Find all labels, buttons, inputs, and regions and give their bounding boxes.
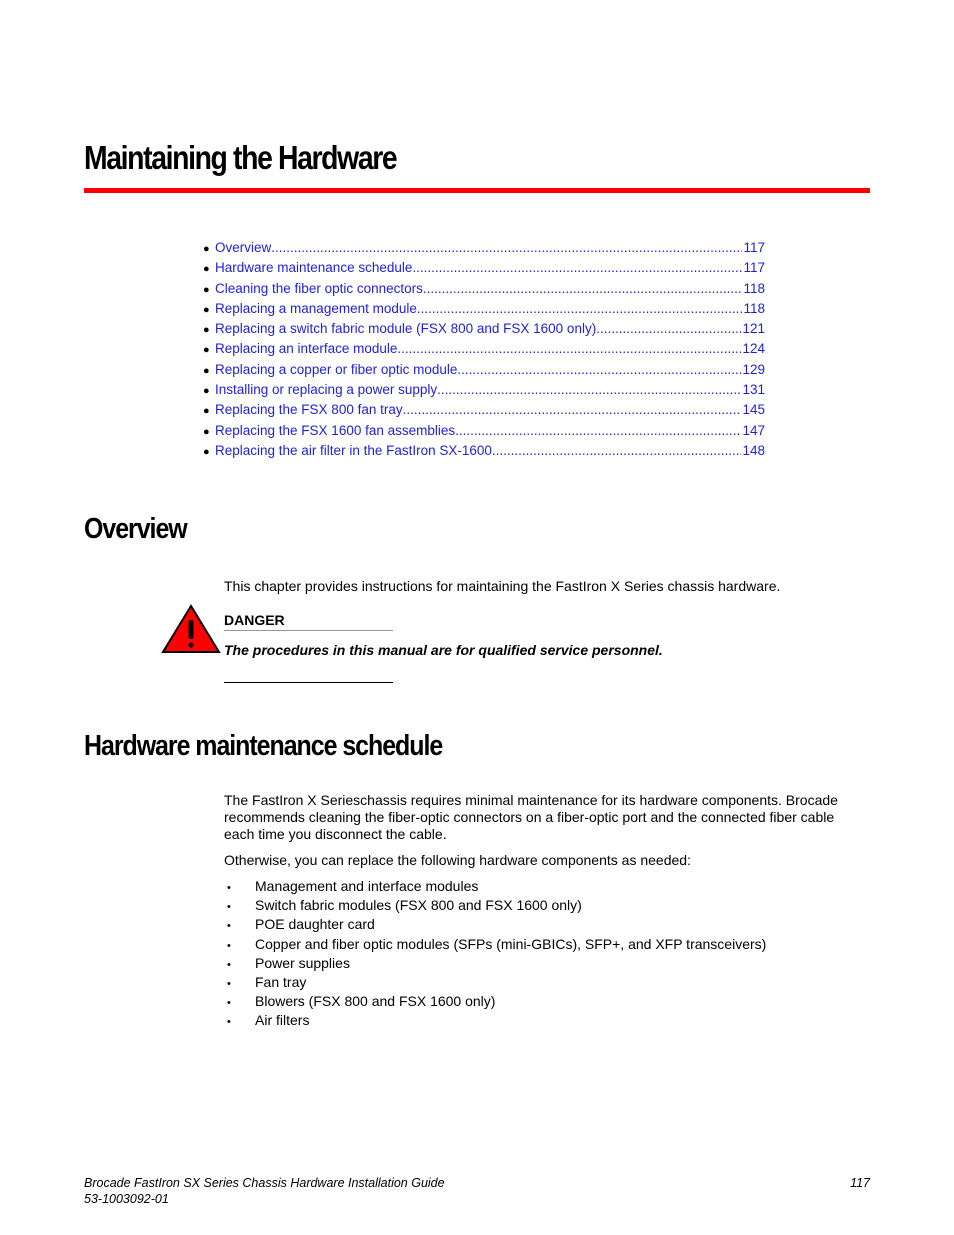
list-item-text: Copper and fiber optic modules (SFPs (mi… (255, 935, 767, 952)
toc-link[interactable]: Replacing the air filter in the FastIron… (215, 443, 492, 458)
toc-item[interactable]: ● Cleaning the fiber optic connectors 118 (203, 281, 765, 301)
list-item: • Fan tray (224, 974, 766, 993)
list-item: • Power supplies (224, 955, 766, 974)
danger-label: DANGER (224, 612, 285, 628)
bullet-icon: ● (203, 303, 210, 316)
toc-page[interactable]: 117 (742, 260, 765, 275)
toc-link[interactable]: Replacing an interface module (215, 341, 397, 356)
list-item: • Blowers (FSX 800 and FSX 1600 only) (224, 993, 766, 1012)
toc-item[interactable]: ● Replacing an interface module 124 (203, 341, 765, 361)
toc-page[interactable]: 129 (741, 362, 765, 377)
toc-item[interactable]: ● Replacing the air filter in the FastIro… (203, 443, 765, 463)
toc-link[interactable]: Replacing a management module (215, 301, 417, 316)
toc-link[interactable]: Replacing the FSX 1600 fan assemblies (215, 423, 455, 438)
table-of-contents: ● Overview 117 ● Hardware maintenance sched… (203, 240, 765, 463)
bullet-icon: ● (203, 344, 210, 357)
toc-item[interactable]: ● Replacing a copper or fiber optic modul… (203, 362, 765, 382)
bullet-icon: ● (203, 263, 210, 276)
toc-item[interactable]: ● Hardware maintenance schedule 117 (203, 260, 765, 280)
toc-leader (437, 382, 741, 397)
footer-page-number: 117 (850, 1176, 870, 1190)
bullet-icon: ● (203, 243, 210, 255)
list-item-text: POE daughter card (255, 916, 375, 933)
list-item: • Switch fabric modules (FSX 800 and FSX … (224, 897, 766, 916)
list-item-text: Power supplies (255, 954, 350, 971)
toc-page[interactable]: 118 (742, 281, 765, 296)
bullet-icon: • (227, 958, 231, 971)
toc-item[interactable]: ● Replacing a management module 118 (203, 301, 765, 321)
danger-divider (224, 630, 393, 631)
toc-leader (455, 423, 741, 438)
toc-leader (423, 281, 743, 296)
list-item-text: Management and interface modules (255, 878, 479, 894)
toc-item[interactable]: ● Installing or replacing a power supply 1… (203, 382, 765, 402)
list-item: • Air filters (224, 1012, 766, 1031)
bullet-icon: • (227, 882, 231, 894)
footer-doc-number: 53-1003092-01 (84, 1192, 169, 1206)
danger-message: The procedures in this manual are for qu… (224, 642, 663, 658)
schedule-paragraph: The FastIron X Serieschassis requires mi… (224, 792, 838, 843)
toc-item[interactable]: ● Replacing a switch fabric module (FSX 8… (203, 321, 765, 341)
overview-heading: Overview (84, 513, 188, 545)
toc-page[interactable]: 147 (741, 423, 765, 438)
toc-link[interactable]: Replacing the FSX 800 fan tray (215, 402, 403, 417)
list-item: • Copper and fiber optic modules (SFPs (m… (224, 936, 766, 955)
bullet-icon: ● (203, 364, 210, 377)
toc-page[interactable]: 131 (741, 382, 765, 397)
list-item-text: Air filters (255, 1012, 310, 1029)
bullet-icon: ● (203, 385, 210, 398)
toc-item[interactable]: ● Replacing the FSX 800 fan tray 145 (203, 402, 765, 422)
danger-end-divider (224, 682, 393, 683)
bullet-icon: • (227, 997, 231, 1010)
toc-leader (596, 321, 741, 336)
overview-paragraph: This chapter provides instructions for m… (224, 578, 781, 594)
chapter-title: Maintaining the Hardware (84, 139, 398, 176)
bullet-icon: • (227, 1016, 231, 1029)
toc-link[interactable]: Overview (215, 240, 271, 255)
components-list: • Management and interface modules • Switc… (224, 878, 766, 1032)
toc-link[interactable]: Replacing a copper or fiber optic module (215, 362, 457, 377)
toc-link[interactable]: Cleaning the fiber optic connectors (215, 281, 423, 296)
bullet-icon: ● (203, 445, 210, 458)
toc-leader (397, 341, 741, 356)
warning-triangle-icon (161, 604, 221, 654)
toc-leader (417, 301, 743, 316)
footer-guide-title: Brocade FastIron SX Series Chassis Hardw… (84, 1176, 445, 1190)
schedule-heading: Hardware maintenance schedule (84, 730, 443, 762)
list-item: • Management and interface modules (224, 878, 766, 897)
toc-link[interactable]: Installing or replacing a power supply (215, 382, 437, 397)
toc-page[interactable]: 148 (741, 443, 765, 458)
bullet-icon: ● (203, 425, 210, 438)
toc-page[interactable]: 117 (742, 240, 765, 255)
toc-page[interactable]: 145 (741, 402, 765, 417)
toc-link[interactable]: Hardware maintenance schedule (215, 260, 412, 275)
toc-leader (412, 260, 742, 275)
bullet-icon: • (227, 939, 231, 952)
toc-item[interactable]: ● Replacing the FSX 1600 fan assemblies 14… (203, 423, 765, 443)
toc-page[interactable]: 124 (741, 341, 765, 356)
bullet-icon: ● (203, 324, 210, 337)
list-item-text: Blowers (FSX 800 and FSX 1600 only) (255, 993, 496, 1010)
bullet-icon: ● (203, 405, 210, 418)
toc-leader (271, 240, 742, 255)
bullet-icon: ● (203, 283, 210, 296)
toc-link[interactable]: Replacing a switch fabric module (FSX 80… (215, 321, 596, 336)
list-item-text: Fan tray (255, 973, 307, 990)
bullet-icon: • (227, 901, 231, 914)
bullet-icon: • (227, 977, 231, 990)
bullet-icon: • (227, 920, 231, 933)
toc-leader (492, 443, 742, 458)
toc-page[interactable]: 118 (742, 301, 765, 316)
list-item-text: Switch fabric modules (FSX 800 and FSX 1… (255, 897, 582, 914)
schedule-intro: Otherwise, you can replace the following… (224, 852, 691, 868)
toc-leader (403, 402, 742, 417)
toc-page[interactable]: 121 (741, 321, 765, 336)
toc-item[interactable]: ● Overview 117 (203, 240, 765, 260)
toc-leader (457, 362, 741, 377)
chapter-title-rule (84, 188, 870, 193)
list-item: • POE daughter card (224, 916, 766, 935)
